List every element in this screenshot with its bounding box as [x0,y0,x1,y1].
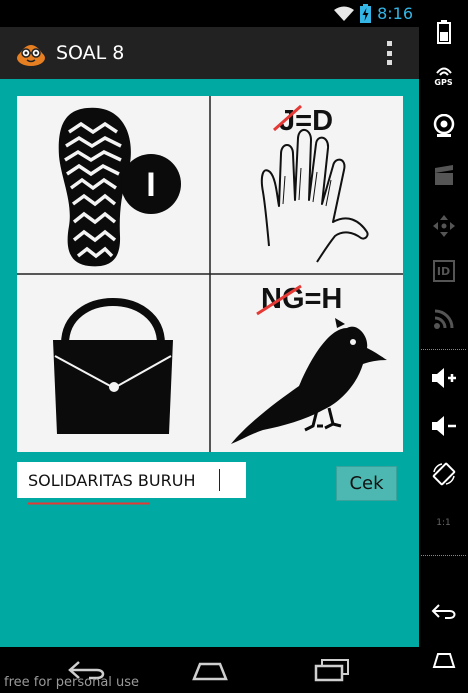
rotate-icon [432,462,455,486]
volume-down-button[interactable] [419,406,468,446]
emulator-side-panel: GPS ID 1:1 [419,0,468,693]
rule-top-struck: J [279,105,295,137]
side-home-button[interactable] [419,640,468,680]
back-arrow-icon [431,604,455,619]
app-logo-icon [17,45,45,66]
home-icon [432,653,455,668]
side-divider [421,349,466,350]
volume-up-button[interactable] [419,358,468,398]
webcam-icon [433,114,454,137]
action-bar: SOAL 8 [0,27,419,79]
svg-text:NG=H: NG=H [261,283,342,315]
scale-label: 1:1 [436,518,451,528]
circle-letter: I [146,166,155,204]
rss-icon [433,309,453,329]
battery-charging-icon [360,4,372,23]
screencast-control-button[interactable] [419,156,468,196]
svg-text:J=D: J=D [279,105,333,137]
side-back-button[interactable] [419,592,468,632]
check-button[interactable]: Cek [336,466,397,501]
overflow-menu-icon[interactable] [387,41,393,65]
scale-button[interactable]: 1:1 [419,503,468,543]
webcam-control-button[interactable] [419,106,468,146]
home-button[interactable] [175,647,245,693]
gps-control-button[interactable]: GPS [419,56,468,96]
wifi-icon [334,6,355,21]
spellcheck-underline [28,490,150,505]
battery-icon [436,20,451,44]
rss-control-button[interactable] [419,299,468,339]
clock: 8:16 [377,4,413,23]
home-icon [192,662,228,681]
volume-down-icon [431,416,456,436]
gps-label: GPS [434,77,453,87]
status-bar: 8:16 [0,0,419,27]
recents-icon [314,659,349,682]
battery-control-button[interactable] [419,12,468,52]
rotate-button[interactable] [419,454,468,494]
app-title: SOAL 8 [56,42,125,64]
rule-bottom-rest: =H [305,283,343,315]
watermark-text: free for personal use [4,675,140,690]
rule-j-to-d: J=D [273,104,333,137]
text-caret [219,469,220,491]
recents-button[interactable] [297,647,367,693]
side-divider [421,555,466,556]
gps-icon [435,67,452,76]
dpad-icon [432,215,455,237]
dpad-control-button[interactable] [419,206,468,246]
clapperboard-icon [434,165,453,185]
volume-up-icon [431,368,456,388]
puzzle-image: I J=D NG=H [17,96,403,452]
device-id-control-button[interactable]: ID [419,251,468,291]
id-label: ID [436,264,451,278]
id-card-icon: ID [432,260,455,282]
rule-ng-to-h: NG=H [256,283,342,316]
